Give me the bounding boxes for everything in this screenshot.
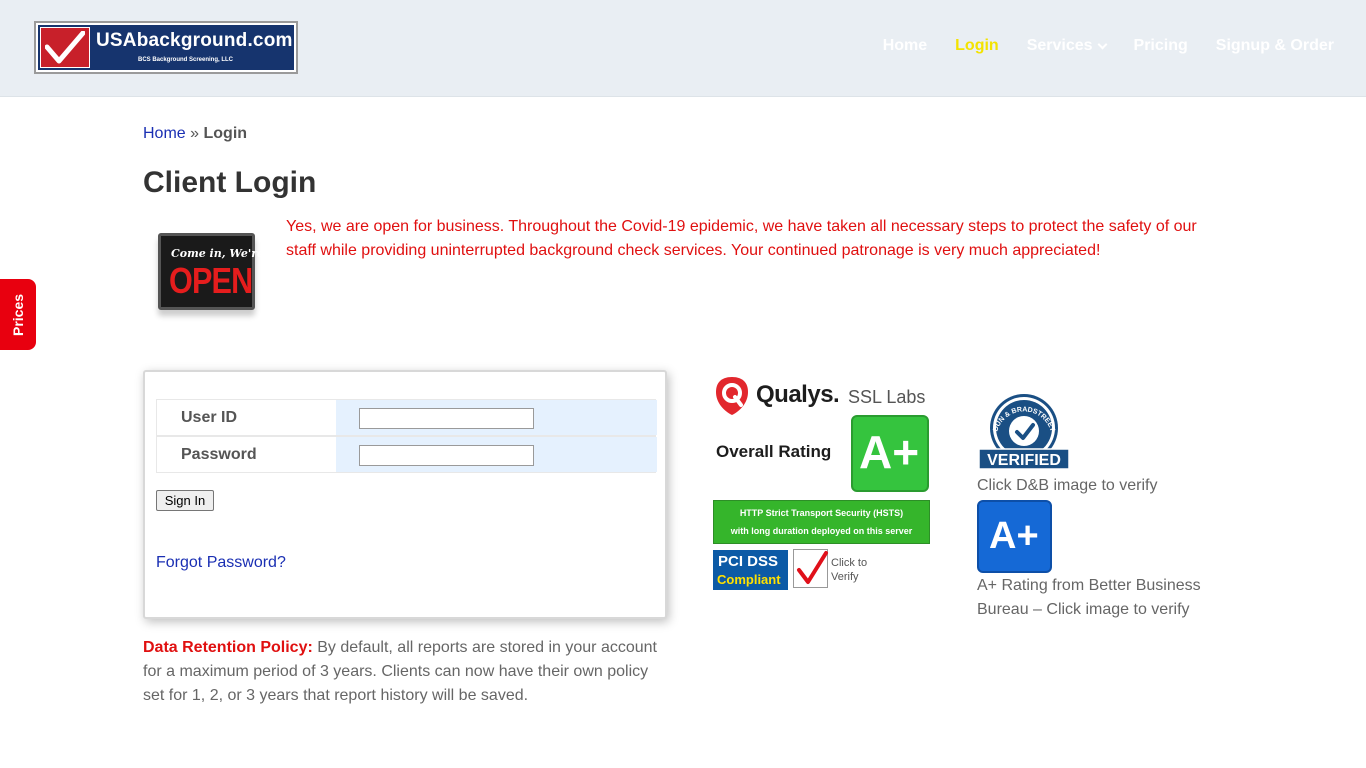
breadcrumb: Home » Login [143, 125, 247, 143]
checkmark-icon [40, 27, 90, 68]
logo-title: USAbackground.com [96, 30, 293, 51]
user-id-label: User ID [157, 400, 336, 435]
site-header: USAbackground.com BCS Background Screeni… [0, 0, 1366, 97]
pci-click-to-verify[interactable]: Click to Verify [831, 556, 867, 584]
policy-heading: Data Retention Policy: [143, 639, 313, 656]
password-input[interactable] [359, 445, 534, 466]
pci-line-1: PCI DSS [718, 553, 779, 570]
password-label: Password [157, 437, 336, 472]
hsts-line-2: with long duration deployed on this serv… [730, 526, 913, 536]
hsts-line-1: HTTP Strict Transport Security (HSTS) [739, 508, 904, 518]
qualys-grade: A+ [859, 426, 920, 478]
pci-line-2: Compliant [717, 572, 781, 587]
pci-verify-checkmark-icon[interactable] [793, 549, 828, 588]
data-retention-policy: Data Retention Policy: By default, all r… [143, 636, 668, 708]
qualys-grade-box: A+ [851, 415, 929, 492]
nav-services-label: Services [1026, 37, 1093, 54]
user-id-cell [336, 400, 657, 435]
page-title: Client Login [143, 166, 317, 199]
bbb-caption: A+ Rating from Better Business Bureau – … [977, 577, 1201, 618]
logo-subtitle: BCS Background Screening, LLC [138, 57, 234, 63]
qualys-shield-icon [716, 377, 748, 415]
user-id-input[interactable] [359, 408, 534, 429]
password-cell [336, 437, 657, 472]
open-sign-small-text: Come in, We're [171, 247, 265, 260]
breadcrumb-home[interactable]: Home [143, 125, 186, 142]
qualys-ssl-label: SSL Labs [848, 387, 926, 407]
forgot-password-link[interactable]: Forgot Password? [156, 554, 286, 572]
nav-login[interactable]: Login [955, 37, 999, 55]
dnb-caption: Click D&B image to verify [977, 477, 1158, 494]
pci-dss-badge[interactable]: PCI DSS Compliant [713, 550, 788, 590]
qualys-name: Qualys. [756, 381, 840, 408]
breadcrumb-separator: » [190, 125, 200, 142]
pci-click-text: Click to [831, 557, 868, 569]
user-id-row: User ID [156, 399, 657, 436]
dnb-verified-text: VERIFIED [987, 452, 1061, 469]
qualys-overall-label: Overall Rating [716, 442, 832, 461]
prices-side-tab-label: Prices [10, 293, 26, 336]
bbb-grade: A+ [989, 515, 1039, 557]
logo-banner: USAbackground.com BCS Background Screeni… [38, 25, 294, 70]
open-sign-image: Come in, We're OPEN [158, 233, 264, 310]
prices-side-tab[interactable]: Prices [0, 279, 36, 350]
nav-pricing[interactable]: Pricing [1134, 37, 1188, 55]
sign-in-button[interactable]: Sign In [156, 490, 214, 511]
qualys-ssl-badge[interactable]: Qualys. SSL Labs Overall Rating A+ HTTP … [712, 374, 932, 546]
covid-notice: Yes, we are open for business. Throughou… [286, 218, 1197, 259]
bbb-rating-badge[interactable]: A+ [977, 500, 1052, 573]
main-nav: Home Login Services Pricing Signup & Ord… [855, 37, 1334, 55]
dnb-verified-badge[interactable]: DUN & BRADSTREET VERIFIED [977, 392, 1071, 470]
nav-services[interactable]: Services [1026, 37, 1107, 55]
login-table: User ID Password [156, 399, 657, 474]
password-row: Password [156, 436, 657, 473]
breadcrumb-current: Login [203, 125, 248, 142]
pci-verify-text: Verify [831, 571, 859, 583]
site-logo[interactable]: USAbackground.com BCS Background Screeni… [34, 21, 298, 74]
nav-signup-order[interactable]: Signup & Order [1216, 37, 1334, 55]
chevron-down-icon [1097, 39, 1107, 49]
nav-home[interactable]: Home [883, 37, 927, 55]
hsts-banner: HTTP Strict Transport Security (HSTS) wi… [713, 500, 930, 544]
open-sign-big-text: OPEN [169, 260, 253, 301]
login-box: User ID Password Sign In Forgot Password… [143, 370, 667, 619]
